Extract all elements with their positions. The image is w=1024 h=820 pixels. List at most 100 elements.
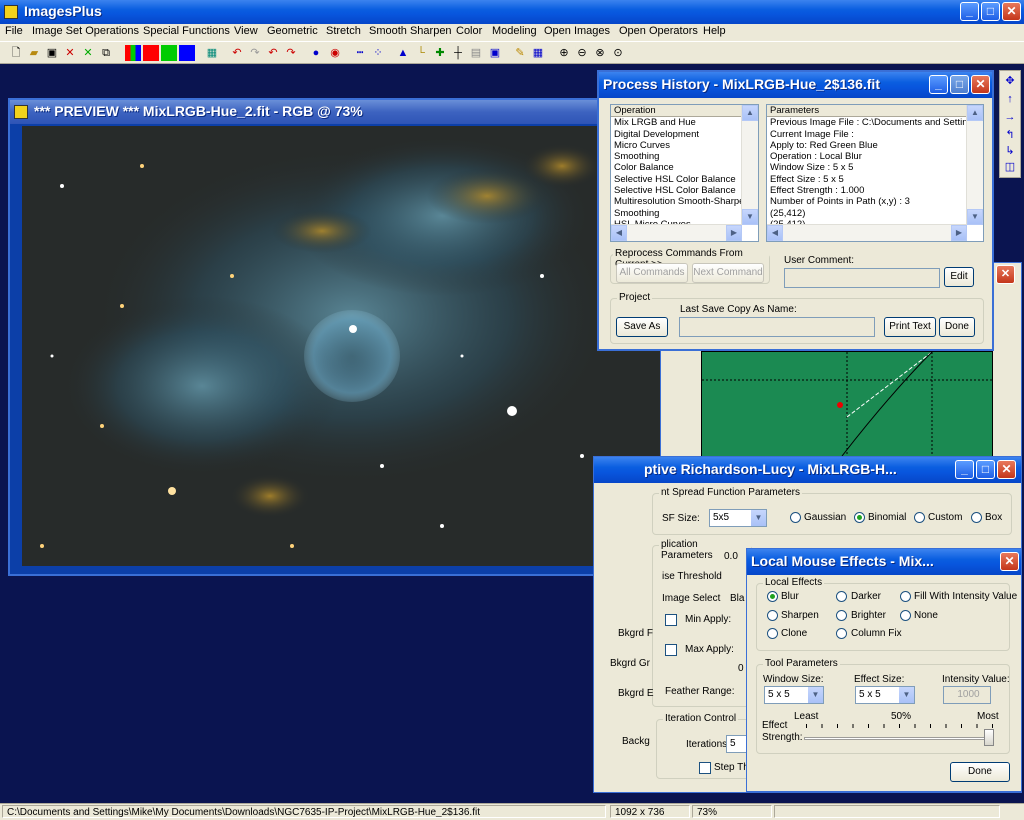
psf-size-select[interactable]: 5x5 ▼ [709,509,767,527]
parameter-list-item[interactable]: Apply to: Red Green Blue [767,140,983,151]
undo-icon[interactable]: ↶ [229,45,245,61]
effect-none-radio[interactable] [900,610,911,621]
edit-button[interactable]: Edit [944,267,974,287]
effect-fill-radio[interactable] [900,591,911,602]
operation-vscroll[interactable]: ▲ ▼ [741,105,758,225]
slider-thumb[interactable] [984,729,994,746]
local-mouse-title-bar[interactable]: Local Mouse Effects - Mix... ✕ [747,549,1021,575]
close-icon[interactable]: ✕ [62,45,78,61]
menu-geometric[interactable]: Geometric [267,25,318,37]
centered-icon[interactable]: ┼ [450,45,466,61]
operation-hscroll[interactable]: ◀ ▶ [611,224,742,241]
zoom-fit-icon[interactable]: ⊗ [592,45,608,61]
effect-brighter-radio[interactable] [836,610,847,621]
menu-view[interactable]: View [234,25,258,37]
operation-list-item[interactable]: Multiresolution Smooth-Sharpen [611,196,758,207]
rotate-left-icon[interactable]: ↰ [1002,127,1018,143]
scroll-right-icon[interactable]: ▶ [951,225,967,241]
close-button[interactable]: ✕ [1002,2,1021,21]
menu-stretch[interactable]: Stretch [326,25,361,37]
operation-list-item[interactable]: Selective HSL Color Balance [611,174,758,185]
operation-list-item[interactable]: Micro Curves [611,140,758,151]
print-text-button[interactable]: Print Text [884,317,936,337]
rotate-right-icon[interactable]: ↳ [1002,143,1018,159]
table-icon[interactable]: ▤ [468,45,484,61]
zoom-in-icon[interactable]: ⊕ [556,45,572,61]
rgb-channels-icon[interactable] [125,45,141,61]
operation-list-item[interactable]: Smoothing [611,208,758,219]
nebula-image[interactable] [22,126,666,566]
min-apply-checkbox[interactable] [665,614,677,626]
operation-list-item[interactable]: Color Balance [611,162,758,173]
scroll-left-icon[interactable]: ◀ [767,225,783,241]
menu-color[interactable]: Color [456,25,482,37]
user-comment-field[interactable] [784,268,940,288]
intensity-value-field[interactable]: 1000 [943,686,991,704]
line-icon[interactable]: ┅ [352,45,368,61]
menu-modeling[interactable]: Modeling [492,25,537,37]
zoom-out-icon[interactable]: ⊖ [574,45,590,61]
scroll-right-icon[interactable]: ▶ [726,225,742,241]
operation-list-item[interactable]: Digital Development [611,129,758,140]
effect-size-select[interactable]: 5 x 5 ▼ [855,686,915,704]
operation-list-item[interactable]: Smoothing [611,151,758,162]
parameter-list-item[interactable]: (25,412) [767,208,983,219]
max-apply-checkbox[interactable] [665,644,677,656]
effect-darker-radio[interactable] [836,591,847,602]
richardson-title-bar[interactable]: ptive Richardson-Lucy - MixLRGB-H... _ □… [594,457,1021,483]
preview-title-bar[interactable]: *** PREVIEW *** MixLRGB-Hue_2.fit - RGB … [10,100,678,124]
psf-binomial-radio[interactable] [854,512,865,523]
save-icon[interactable]: ▣ [44,45,60,61]
zoom-actual-icon[interactable]: ⊙ [610,45,626,61]
green-channel-icon[interactable] [161,45,177,61]
history-title-bar[interactable]: Process History - MixLRGB-Hue_2$136.fit … [599,72,992,98]
psf-custom-radio[interactable] [914,512,925,523]
step-through-checkbox[interactable] [699,762,711,774]
red-channel-icon[interactable] [143,45,159,61]
save-as-button[interactable]: Save As [616,317,668,337]
parameter-list-item[interactable]: Current Image File : [767,129,983,140]
operation-list-item[interactable]: Mix LRGB and Hue [611,117,758,128]
target-icon[interactable]: ◉ [327,45,343,61]
new-icon[interactable]: 🗋 [8,45,24,61]
parameter-list-item[interactable]: Previous Image File : C:\Documents and S… [767,117,983,128]
open-icon[interactable]: ▰ [26,45,42,61]
scroll-up-icon[interactable]: ▲ [742,105,758,121]
blue-channel-icon[interactable] [179,45,195,61]
curves-close-button[interactable]: ✕ [996,265,1015,284]
menu-open-operators[interactable]: Open Operators [619,25,698,37]
window-icon[interactable]: ◫ [1002,159,1018,175]
scroll-up-icon[interactable]: ▲ [967,105,983,121]
path-icon[interactable]: ⁘ [370,45,386,61]
parameters-header[interactable]: Parameters [767,105,983,118]
all-commands-button[interactable]: All Commands [616,263,688,283]
richardson-minimize-button[interactable]: _ [955,460,974,479]
scroll-down-icon[interactable]: ▼ [967,209,983,225]
richardson-maximize-button[interactable]: □ [976,460,995,479]
operation-header[interactable]: Operation [611,105,758,118]
operation-list[interactable]: Operation Mix LRGB and Hue Digital Develo… [610,104,759,242]
history-minimize-button[interactable]: _ [929,75,948,94]
curve-graph[interactable] [701,351,993,457]
grid-icon[interactable]: ▦ [204,45,220,61]
menu-image-set-operations[interactable]: Image Set Operations [32,25,139,37]
local-mouse-close-button[interactable]: ✕ [1000,552,1019,571]
redo-icon[interactable]: ↷ [247,45,263,61]
copy-icon[interactable]: ⧉ [98,45,114,61]
maximize-button[interactable]: □ [981,2,1000,21]
redo-all-icon[interactable]: ↷ [283,45,299,61]
up-icon[interactable]: ↑ [1002,91,1018,107]
menu-smooth-sharpen[interactable]: Smooth Sharpen [369,25,452,37]
image-icon[interactable]: ▣ [487,45,503,61]
local-mouse-done-button[interactable]: Done [950,762,1010,782]
parameter-list-item[interactable]: Effect Size : 5 x 5 [767,174,983,185]
right-icon[interactable]: → [1002,109,1018,125]
effect-blur-radio[interactable] [767,591,778,602]
last-save-field[interactable] [679,317,875,337]
iterations-field[interactable]: 5 [726,735,748,753]
psf-box-radio[interactable] [971,512,982,523]
parameters-list[interactable]: Parameters Previous Image File : C:\Docu… [766,104,984,242]
move-icon[interactable]: ✥ [1002,73,1018,89]
operation-list-item[interactable]: Selective HSL Color Balance [611,185,758,196]
parameter-list-item[interactable]: Operation : Local Blur [767,151,983,162]
